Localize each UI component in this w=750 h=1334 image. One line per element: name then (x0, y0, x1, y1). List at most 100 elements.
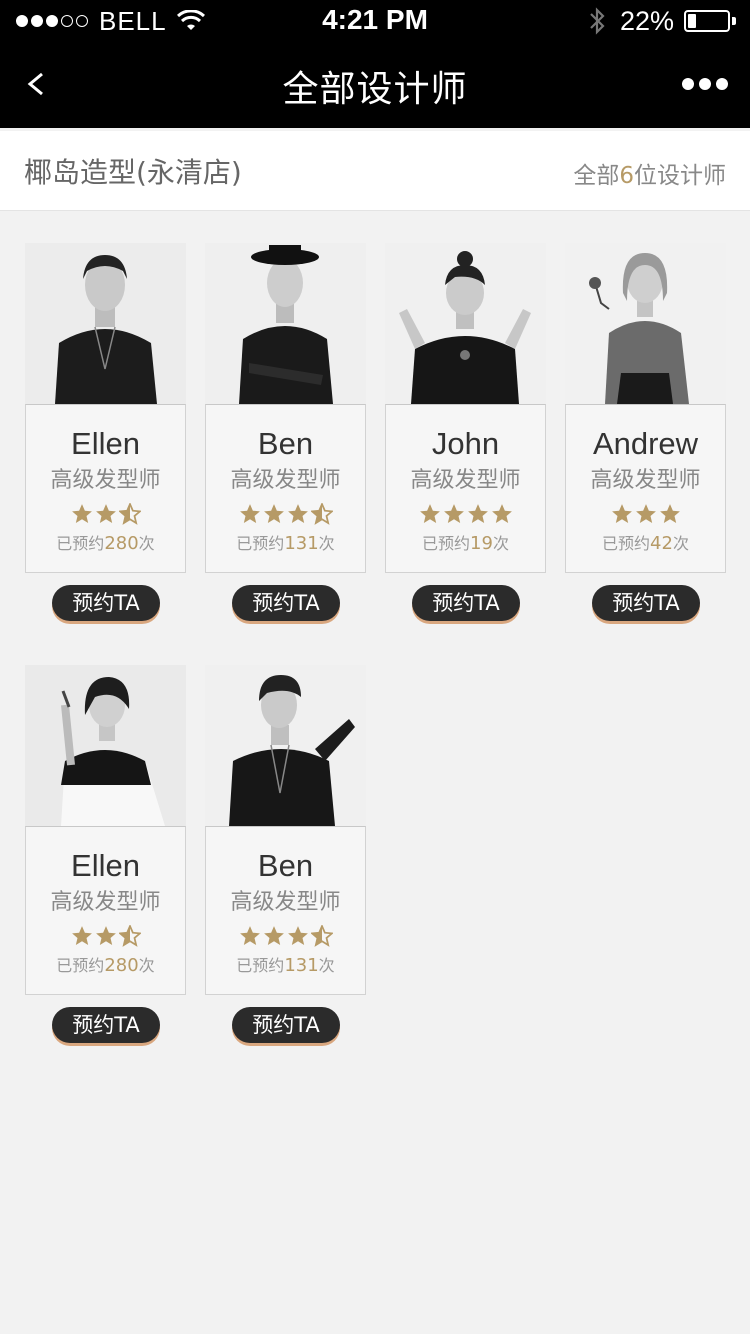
shop-name: 椰岛造型(永清店) (24, 156, 242, 189)
book-button[interactable]: 预约TA (592, 585, 700, 621)
designer-name: Ben (257, 426, 314, 461)
star-half-icon (118, 925, 141, 947)
booked-suffix: 次 (138, 534, 155, 553)
booked-suffix: 次 (318, 534, 335, 553)
battery-icon (684, 10, 730, 32)
star-full-icon (635, 504, 656, 524)
more-dot-icon (716, 78, 728, 90)
booked-suffix: 次 (138, 956, 155, 975)
star-full-icon (287, 926, 308, 946)
rating-stars (386, 499, 545, 529)
star-full-icon (419, 504, 440, 524)
designer-name: Andrew (592, 426, 699, 461)
star-full-icon (659, 504, 680, 524)
star-full-icon (287, 504, 308, 524)
booked-number: 42 (650, 533, 673, 554)
booking-count: 已预约280次 (26, 951, 185, 981)
booked-suffix: 次 (492, 534, 509, 553)
count-prefix: 全部 (573, 163, 620, 189)
booked-number: 131 (284, 533, 319, 554)
rating-stars (26, 921, 185, 951)
designer-grid: Ellen 高级发型师 已预约280次 预约TA Ben 高级发型师 已预约13… (25, 243, 727, 1087)
book-button[interactable]: 预约TA (232, 585, 340, 621)
booked-prefix: 已预约 (56, 956, 105, 975)
star-full-icon (467, 504, 488, 524)
book-button[interactable]: 预约TA (412, 585, 520, 621)
booked-number: 280 (104, 955, 139, 976)
battery-fill (688, 14, 696, 28)
star-full-icon (263, 926, 284, 946)
designer-photo (205, 243, 366, 404)
rating-stars (206, 499, 365, 529)
more-dot-icon (699, 78, 711, 90)
designer-title: 高级发型师 (230, 890, 341, 915)
booked-prefix: 已预约 (56, 534, 105, 553)
designer-info: Ellen 高级发型师 已预约280次 (25, 826, 186, 995)
booking-count: 已预约280次 (26, 529, 185, 559)
designer-name: Ellen (71, 848, 140, 883)
status-right: 22% (588, 6, 736, 36)
designer-card[interactable]: Ellen 高级发型师 已预约280次 预约TA (25, 665, 186, 1087)
star-full-icon (239, 504, 260, 524)
star-full-icon (443, 504, 464, 524)
designer-info: Ellen 高级发型师 已预约280次 (25, 404, 186, 573)
rating-stars (566, 499, 725, 529)
designer-info: Ben 高级发型师 已预约131次 (205, 404, 366, 573)
booked-prefix: 已预约 (236, 534, 285, 553)
more-button[interactable] (682, 74, 728, 94)
designer-card[interactable]: Ben 高级发型师 已预约131次 预约TA (205, 665, 366, 1087)
book-button[interactable]: 预约TA (232, 1007, 340, 1043)
booked-number: 280 (104, 533, 139, 554)
star-full-icon (95, 504, 116, 524)
star-full-icon (239, 926, 260, 946)
book-button[interactable]: 预约TA (52, 585, 160, 621)
designer-photo (565, 243, 726, 404)
designer-card[interactable]: Andrew 高级发型师 已预约42次 预约TA (565, 243, 726, 665)
designer-title: 高级发型师 (590, 468, 701, 493)
battery-tip (732, 17, 736, 25)
booking-count: 已预约42次 (566, 529, 725, 559)
book-button[interactable]: 预约TA (52, 1007, 160, 1043)
designer-photo (385, 243, 546, 404)
designer-name: Ben (257, 848, 314, 883)
booked-number: 19 (470, 533, 493, 554)
more-dot-icon (682, 78, 694, 90)
booking-count: 已预约131次 (206, 951, 365, 981)
designer-info: John 高级发型师 已预约19次 (385, 404, 546, 573)
star-half-icon (118, 503, 141, 525)
designer-photo (25, 243, 186, 404)
rating-stars (26, 499, 185, 529)
booked-number: 131 (284, 955, 319, 976)
designer-title: 高级发型师 (230, 468, 341, 493)
designer-info: Andrew 高级发型师 已预约42次 (565, 404, 726, 573)
shop-header: 椰岛造型(永清店) 全部6位设计师 (0, 131, 750, 211)
nav-bar: 全部设计师 (0, 42, 750, 128)
designer-name: John (431, 426, 500, 461)
designer-info: Ben 高级发型师 已预约131次 (205, 826, 366, 995)
status-bar: BELL 4:21 PM 22% (0, 0, 750, 42)
booking-count: 已预约131次 (206, 529, 365, 559)
designer-name: Ellen (71, 426, 140, 461)
booked-prefix: 已预约 (422, 534, 471, 553)
designer-card[interactable]: Ellen 高级发型师 已预约280次 预约TA (25, 243, 186, 665)
star-full-icon (263, 504, 284, 524)
count-suffix: 位设计师 (634, 163, 726, 189)
booked-suffix: 次 (318, 956, 335, 975)
bluetooth-icon (590, 7, 605, 35)
booked-prefix: 已预约 (602, 534, 651, 553)
page-title: 全部设计师 (282, 69, 468, 110)
designer-card[interactable]: Ben 高级发型师 已预约131次 预约TA (205, 243, 366, 665)
star-full-icon (71, 504, 92, 524)
designer-card[interactable]: John 高级发型师 已预约19次 预约TA (385, 243, 546, 665)
star-full-icon (71, 926, 92, 946)
star-half-icon (310, 925, 333, 947)
designer-title: 高级发型师 (50, 468, 161, 493)
rating-stars (206, 921, 365, 951)
star-full-icon (491, 504, 512, 524)
booked-prefix: 已预约 (236, 956, 285, 975)
designer-photo (205, 665, 366, 826)
star-half-icon (310, 503, 333, 525)
star-full-icon (95, 926, 116, 946)
star-full-icon (611, 504, 632, 524)
booking-count: 已预约19次 (386, 529, 545, 559)
